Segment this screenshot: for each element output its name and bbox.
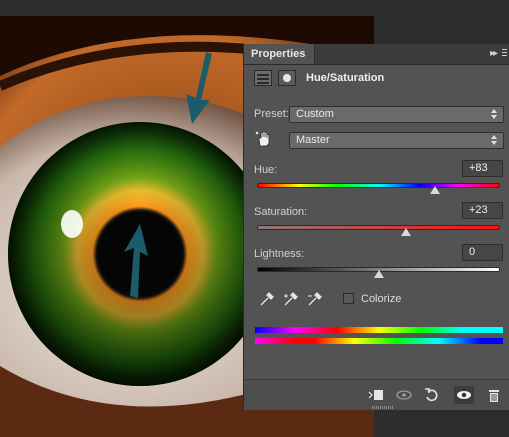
view-previous-icon[interactable]: [394, 386, 414, 404]
hue-saturation-icon: [254, 70, 272, 86]
adjusted-color-spectrum: [255, 338, 503, 344]
resize-grip[interactable]: [372, 406, 394, 409]
source-color-spectrum: [255, 327, 503, 333]
panel-tab-bar: Properties ▸▸: [244, 44, 509, 65]
targeted-adjustment-hand-icon[interactable]: [255, 130, 273, 148]
hue-value-input[interactable]: +83: [462, 160, 503, 177]
colorize-label: Colorize: [361, 293, 402, 305]
tab-properties[interactable]: Properties: [244, 44, 316, 64]
panel-footer: [244, 379, 509, 410]
eyedropper-add-icon[interactable]: [283, 291, 299, 307]
eyedropper-icon[interactable]: [259, 291, 275, 307]
saturation-label: Saturation:: [254, 206, 308, 218]
properties-panel: Properties ▸▸ Hue/Saturation Preset: Cus…: [243, 44, 509, 410]
lightness-slider-thumb[interactable]: [373, 270, 384, 278]
hue-slider-thumb[interactable]: [429, 186, 440, 194]
reset-icon[interactable]: [422, 386, 442, 404]
preset-label: Preset:: [254, 108, 289, 120]
adjustment-header: Hue/Saturation: [254, 69, 500, 91]
eyedropper-subtract-icon[interactable]: [307, 291, 323, 307]
saturation-slider-track[interactable]: [257, 225, 500, 230]
hue-slider-track[interactable]: [257, 183, 500, 188]
lightness-label: Lightness:: [254, 248, 305, 260]
colorize-checkbox[interactable]: [343, 293, 354, 304]
preset-select[interactable]: Custom: [289, 106, 504, 123]
saturation-slider-thumb[interactable]: [401, 228, 412, 236]
lightness-value-input[interactable]: 0: [462, 244, 503, 261]
saturation-value-input[interactable]: +23: [462, 202, 503, 219]
channel-select-value: Master: [296, 134, 330, 146]
channel-select[interactable]: Master: [289, 132, 504, 149]
panel-collapse-icon[interactable]: ▸▸: [485, 47, 507, 61]
layer-mask-icon[interactable]: [278, 70, 296, 86]
panel-title: Hue/Saturation: [306, 72, 385, 84]
clip-to-layer-icon[interactable]: [366, 386, 386, 404]
preset-select-value: Custom: [296, 108, 334, 120]
hue-label: Hue:: [254, 164, 278, 176]
visibility-eye-icon[interactable]: [454, 386, 474, 404]
select-arrows-icon: [491, 134, 498, 147]
trash-icon[interactable]: [484, 386, 504, 404]
select-arrows-icon: [491, 108, 498, 121]
